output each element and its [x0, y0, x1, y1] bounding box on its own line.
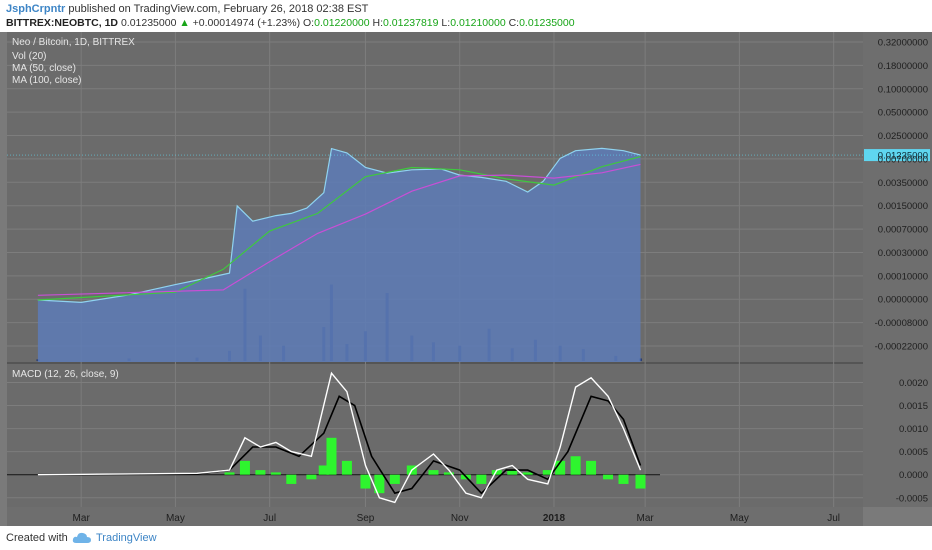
ohlc-close-value: 0.01235000 [519, 17, 575, 29]
legend-vol[interactable]: Vol (20) [12, 51, 46, 62]
macd-histogram-bar [522, 472, 533, 475]
price-tick-label: 0.00000000 [878, 295, 928, 306]
macd-histogram-bar [570, 456, 581, 475]
price-tick-label: -0.00022000 [875, 342, 928, 353]
time-tick-label: Sep [357, 513, 375, 524]
time-tick-label: Nov [451, 513, 469, 524]
macd-tick-label: 0.0015 [899, 401, 928, 412]
price-tick-label: -0.00008000 [875, 318, 928, 329]
author-link[interactable]: JsphCrpntr [6, 3, 65, 15]
legend-title[interactable]: Neo / Bitcoin, 1D, BITTREX [12, 37, 135, 48]
macd-tick-label: 0.0000 [899, 470, 928, 481]
price-tick-label: 0.00010000 [878, 271, 928, 282]
price-tick-label: 0.18000000 [878, 61, 928, 72]
symbol-label[interactable]: BITTREX:NEOBTC, 1D [6, 17, 118, 29]
macd-tick-label: -0.0005 [896, 493, 928, 504]
chart-header: JsphCrpntr published on TradingView.com,… [0, 0, 932, 32]
price-tick-label: 0.05000000 [878, 108, 928, 119]
legend-macd[interactable]: MACD (12, 26, close, 9) [12, 369, 119, 380]
price-tick-label: 0.00150000 [878, 201, 928, 212]
macd-histogram-bar [360, 474, 371, 489]
published-text: published on TradingView.com, February 2… [68, 3, 369, 15]
price-tick-label: 0.00700000 [878, 154, 928, 165]
macd-histogram-bar [603, 474, 614, 480]
time-tick-label: Mar [637, 513, 655, 524]
macd-histogram-bar [476, 474, 487, 484]
time-tick-label: Mar [73, 513, 91, 524]
legend-ma50[interactable]: MA (50, close) [12, 63, 76, 74]
time-tick-label: 2018 [543, 513, 566, 524]
chart-canvas[interactable]: 0.01235000 Mar May Jul Sep Nov 2018 Mar May Jul0… [0, 32, 932, 526]
up-triangle-icon: ▲ [179, 17, 190, 29]
created-with-label: Created with [6, 532, 68, 544]
macd-histogram-bar [586, 460, 597, 475]
macd-histogram-bar [286, 474, 297, 484]
time-tick-label: Jul [263, 513, 276, 524]
ohlc-open-value: 0.01220000 [314, 17, 370, 29]
ohlc-high-value: 0.01237819 [383, 17, 439, 29]
price-tick-label: 0.00030000 [878, 248, 928, 259]
macd-histogram-bar [255, 470, 266, 475]
macd-tick-label: 0.0020 [899, 378, 928, 389]
ohlc-high-label: H: [372, 17, 384, 29]
price-axis[interactable] [863, 32, 932, 507]
last-price: 0.01235000 [120, 17, 177, 29]
macd-pane[interactable] [7, 364, 863, 507]
tradingview-brand-link[interactable]: TradingView [96, 532, 157, 544]
ohlc-low-value: 0.01210000 [450, 17, 506, 29]
ohlc-close-label: C: [508, 17, 520, 29]
price-tick-label: 0.00070000 [878, 225, 928, 236]
price-tick-label: 0.00350000 [878, 178, 928, 189]
tradingview-cloud-icon[interactable] [72, 531, 92, 544]
ohlc-open-label: O: [303, 17, 315, 29]
time-tick-label: Jul [827, 513, 840, 524]
macd-histogram-bar [618, 474, 629, 484]
time-tick-label: May [166, 513, 185, 524]
price-tick-label: 0.32000000 [878, 38, 928, 49]
ohlc-low-label: L: [441, 17, 451, 29]
macd-tick-label: 0.0005 [899, 447, 928, 458]
macd-histogram-bar [239, 460, 250, 475]
symbol-line: BITTREX:NEOBTC, 1D 0.01235000 ▲ +0.00014… [6, 17, 575, 29]
price-tick-label: 0.02500000 [878, 131, 928, 142]
macd-histogram-bar [389, 474, 400, 484]
macd-tick-label: 0.0010 [899, 424, 928, 435]
macd-histogram-bar [341, 460, 352, 475]
price-tick-label: 0.10000000 [878, 84, 928, 95]
macd-histogram-bar [224, 472, 235, 475]
legend-ma100[interactable]: MA (100, close) [12, 75, 81, 86]
macd-histogram-bar [306, 474, 317, 480]
macd-histogram-bar [270, 472, 281, 475]
publisher-line: JsphCrpntr published on TradingView.com,… [6, 3, 368, 15]
footer: Created with TradingView [0, 526, 932, 550]
macd-histogram-bar [326, 437, 337, 475]
macd-histogram-bar [635, 474, 646, 489]
time-tick-label: May [730, 513, 749, 524]
macd-histogram-bar [428, 470, 439, 475]
price-change: +0.00014974 (+1.23%) [192, 17, 301, 29]
